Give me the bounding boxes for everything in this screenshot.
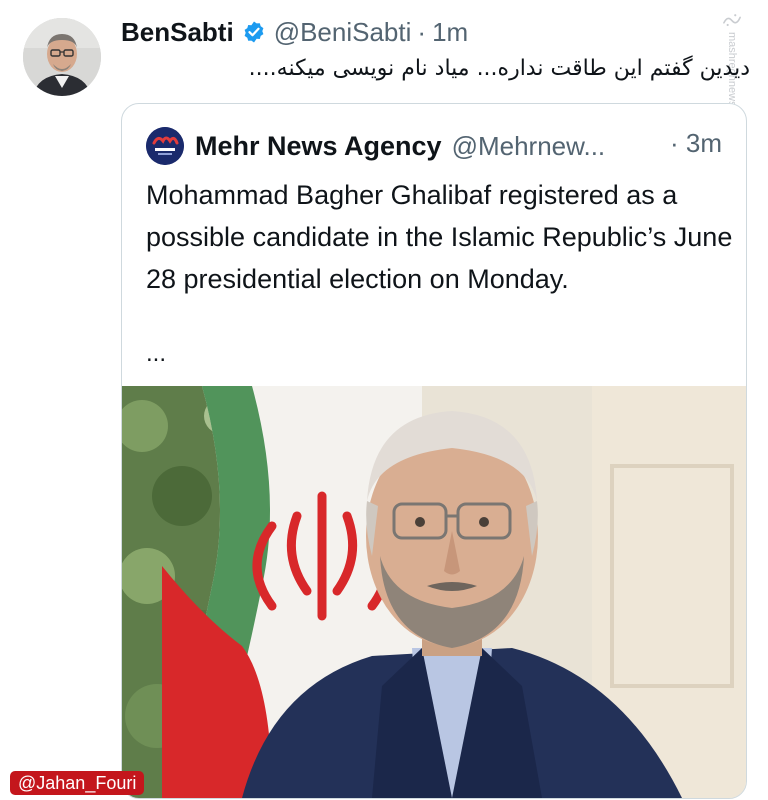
separator-dot: · [417, 16, 427, 47]
mehr-logo-icon [146, 127, 184, 165]
quoted-tweet-text: Mohammad Bagher Ghalibaf registered as a… [146, 180, 733, 294]
mehr-news-avatar[interactable] [146, 127, 184, 165]
quoted-tweet-ellipsis: ... [146, 340, 167, 367]
quoted-handle[interactable]: @Mehrnew... [452, 131, 606, 162]
author-avatar-photo [23, 18, 101, 96]
quoted-tweet-card[interactable]: Mehr News Agency @Mehrnew... · 3m Mohamm… [121, 103, 747, 799]
tweet-header: BenSabti @BeniSabti · 1m [121, 14, 468, 50]
tweet-text: دیدین گفتم این طاقت نداره... میاد نام نو… [248, 56, 750, 81]
quoted-timestamp[interactable]: · 3m [670, 128, 722, 159]
credit-badge: @Jahan_Fouri [10, 771, 145, 795]
author-avatar[interactable] [23, 18, 101, 96]
candidate-photo [122, 386, 746, 798]
tweet-timestamp[interactable]: 1m [432, 17, 468, 48]
author-handle[interactable]: @BeniSabti [274, 17, 412, 48]
quoted-tweet-header: Mehr News Agency @Mehrnew... [146, 126, 605, 166]
quoted-tweet-image[interactable] [122, 386, 746, 798]
verified-badge-icon [242, 20, 266, 44]
mashregh-logo-icon [723, 14, 741, 27]
author-display-name[interactable]: BenSabti [121, 17, 234, 48]
quoted-display-name[interactable]: Mehr News Agency [195, 131, 442, 162]
